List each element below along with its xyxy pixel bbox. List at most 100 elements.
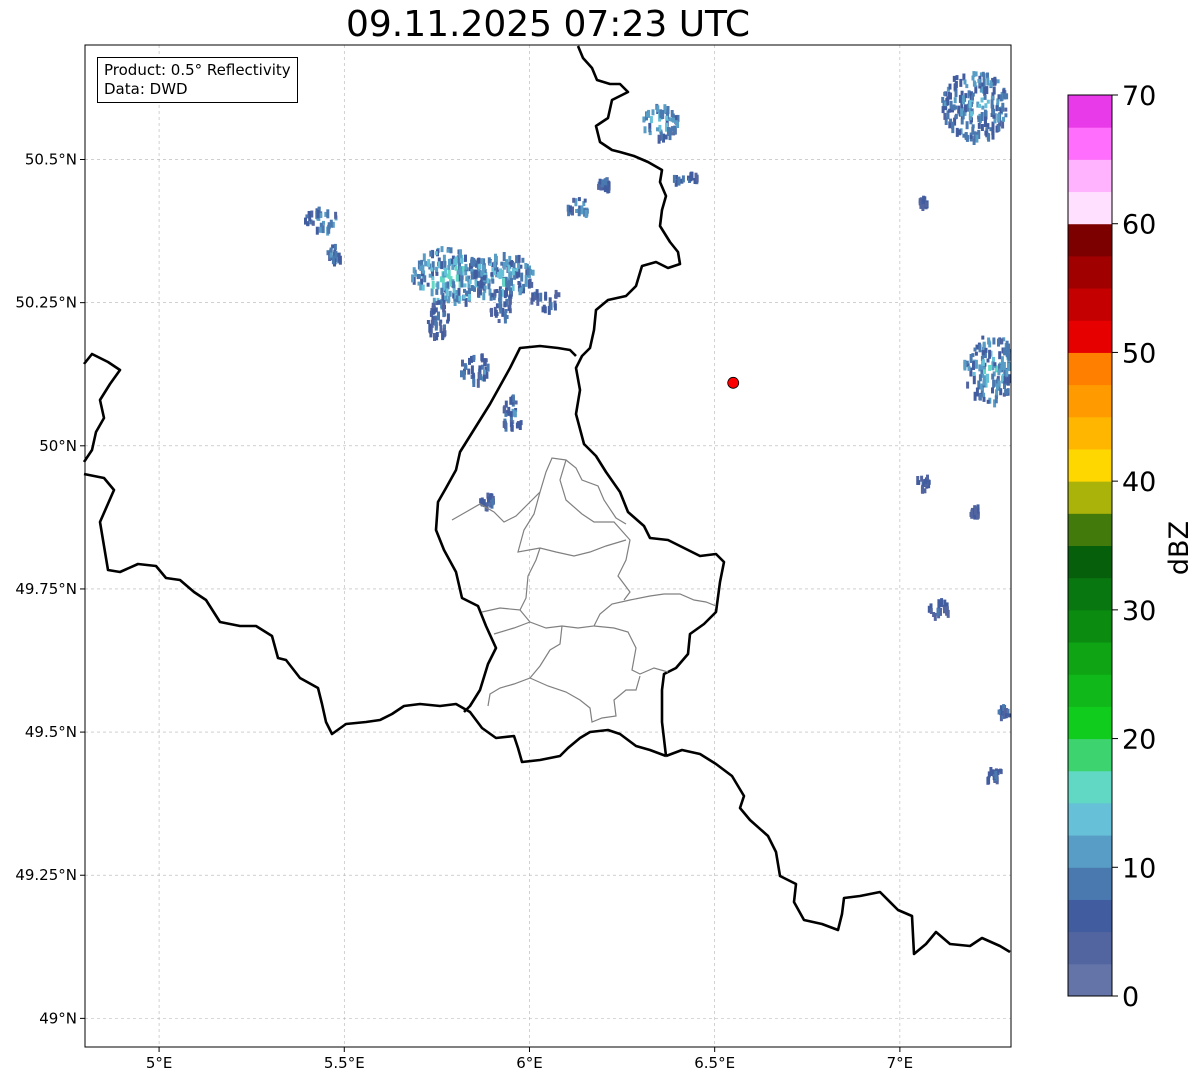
echo-pixel: [430, 288, 434, 297]
echo-pixel: [318, 226, 322, 233]
echo-pixel: [933, 612, 937, 621]
echo-pixel: [326, 209, 330, 219]
echo-pixel: [1002, 116, 1005, 122]
lat-tick-label: 49.75°N: [15, 580, 77, 598]
echo-pixel: [977, 122, 981, 129]
echo-pixel: [462, 370, 466, 380]
colorbar-segment: [1068, 255, 1112, 289]
lat-tick-label: 49°N: [39, 1009, 77, 1027]
colorbar-segment: [1068, 288, 1112, 321]
echo-pixel: [584, 210, 588, 218]
echo-pixel: [520, 272, 524, 282]
echo-cluster: [502, 394, 523, 432]
echo-pixel: [1004, 713, 1008, 719]
echo-cluster: [472, 252, 535, 305]
echo-pixel: [519, 420, 523, 426]
echo-pixel: [978, 344, 982, 353]
echo-pixel: [502, 261, 506, 270]
echo-pixel: [986, 99, 990, 104]
echo-pixel: [487, 496, 490, 503]
echo-cluster: [918, 195, 929, 211]
echo-pixel: [961, 95, 965, 105]
echo-pixel: [431, 276, 435, 281]
echo-pixel: [990, 95, 994, 100]
echo-pixel: [472, 354, 476, 360]
echo-pixel: [670, 117, 674, 122]
echo-pixel: [508, 300, 512, 309]
echo-pixel: [465, 276, 469, 282]
echo-pixel: [447, 269, 451, 279]
echo-pixel: [463, 283, 467, 288]
echo-pixel: [937, 599, 941, 609]
echo-pixel: [955, 127, 959, 137]
echo-pixel: [459, 266, 463, 276]
echo-pixel: [479, 374, 483, 381]
echo-pixel: [482, 275, 486, 281]
echo-pixel: [1007, 352, 1011, 361]
echo-pixel: [503, 405, 507, 413]
echo-pixel: [321, 225, 325, 234]
echo-pixel: [1002, 361, 1006, 370]
colorbar: 0 10 20 30 40 50 60 70 dBZ: [1067, 81, 1195, 1013]
echo-pixel: [963, 361, 967, 371]
echo-pixel: [435, 336, 439, 341]
echo-pixel: [440, 246, 444, 253]
district-border: [451, 457, 627, 525]
echo-pixel: [1004, 107, 1008, 112]
echo-pixel: [460, 275, 464, 281]
echo-pixel: [998, 768, 1002, 773]
product-label: Product: 0.5° Reflectivity: [104, 61, 291, 79]
echo-pixel: [524, 274, 528, 284]
echo-pixel: [331, 257, 335, 265]
echo-pixel: [502, 277, 506, 287]
echo-pixel: [437, 257, 441, 262]
echo-pixel: [557, 292, 561, 298]
echo-pixel: [463, 363, 467, 370]
echo-pixel: [424, 262, 428, 267]
radar-site-marker[interactable]: [727, 376, 740, 389]
echo-pixel: [311, 220, 315, 226]
lon-tick-label: 5.5°E: [324, 1054, 365, 1072]
echo-pixel: [929, 608, 933, 614]
district-border: [517, 491, 627, 557]
echo-pixel: [448, 290, 452, 297]
colorbar-ticks: 0 10 20 30 40 50 60 70: [1112, 81, 1156, 1013]
echo-pixel: [444, 267, 448, 276]
colorbar-segment: [1068, 674, 1112, 707]
echo-pixel: [997, 709, 1001, 715]
echo-pixel: [1004, 389, 1008, 395]
colorbar-segment: [1068, 706, 1112, 740]
echo-pixel: [991, 373, 995, 380]
echo-pixel: [427, 259, 431, 268]
echo-pixel: [412, 267, 416, 274]
echo-pixel: [482, 292, 486, 301]
echo-pixel: [502, 420, 506, 428]
echo-pixel: [651, 109, 655, 116]
echo-pixel: [494, 253, 497, 262]
echo-pixel: [1004, 113, 1008, 118]
echo-pixel: [969, 354, 973, 363]
echo-pixel: [985, 86, 989, 95]
colorbar-segment: [1068, 223, 1112, 257]
echo-pixel: [446, 248, 450, 253]
echo-pixel: [491, 498, 495, 506]
echo-pixel: [986, 399, 990, 404]
echo-pixel: [974, 351, 978, 356]
echo-pixel: [493, 261, 497, 268]
national-border: [82, 352, 122, 463]
echo-pixel: [998, 351, 1002, 360]
echo-pixel: [974, 71, 978, 77]
echo-pixel: [993, 76, 997, 86]
echo-pixel: [460, 370, 463, 378]
echo-pixel: [963, 79, 967, 85]
echo-pixel: [509, 287, 512, 296]
colorbar-tick-label: 50: [1122, 338, 1156, 369]
echo-pixel: [509, 396, 513, 405]
echo-pixel: [943, 599, 947, 607]
echo-pixel: [421, 264, 425, 274]
echo-pixel: [486, 363, 490, 372]
echo-pixel: [507, 264, 511, 273]
echo-pixel: [423, 275, 427, 283]
echo-pixel: [997, 380, 1001, 387]
echo-pixel: [973, 347, 977, 352]
